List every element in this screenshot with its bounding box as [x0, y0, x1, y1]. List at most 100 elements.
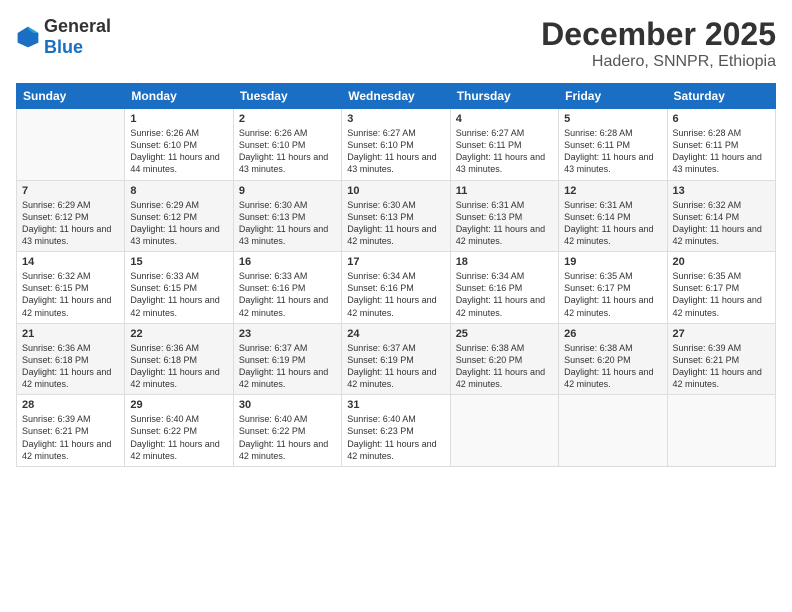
calendar-cell: 2 Sunrise: 6:26 AM Sunset: 6:10 PM Daylig…	[233, 109, 341, 181]
calendar-cell: 31 Sunrise: 6:40 AM Sunset: 6:23 PM Dayli…	[342, 395, 450, 467]
calendar-cell: 24Sunrise: 6:37 AM Sunset: 6:19 PM Dayli…	[342, 323, 450, 395]
day-number: 3	[347, 113, 444, 125]
day-of-week-header: Tuesday	[233, 84, 341, 109]
calendar-cell: 4 Sunrise: 6:27 AM Sunset: 6:11 PM Daylig…	[450, 109, 558, 181]
logo-blue: Blue	[44, 37, 83, 57]
day-info: Sunrise: 6:40 AM Sunset: 6:23 PM Dayligh…	[347, 413, 444, 462]
day-number: 25	[456, 328, 553, 340]
calendar-week-row: 14 Sunrise: 6:32 AM Sunset: 6:15 PM Dayli…	[17, 252, 776, 324]
day-number: 30	[239, 399, 336, 411]
day-number: 11	[456, 185, 553, 197]
month-title: December 2025	[541, 16, 776, 53]
calendar-cell: 12 Sunrise: 6:31 AM Sunset: 6:14 PM Dayli…	[559, 180, 667, 252]
day-info: Sunrise: 6:33 AM Sunset: 6:15 PM Dayligh…	[130, 270, 227, 319]
day-number: 16	[239, 256, 336, 268]
day-number: 28	[22, 399, 119, 411]
day-info: Sunrise: 6:39 AM Sunset: 6:21 PM Dayligh…	[673, 342, 770, 391]
calendar-cell: 11Sunrise: 6:31 AM Sunset: 6:13 PM Dayli…	[450, 180, 558, 252]
day-number: 15	[130, 256, 227, 268]
calendar-cell: 23 Sunrise: 6:37 AM Sunset: 6:19 PM Dayli…	[233, 323, 341, 395]
calendar-cell: 21 Sunrise: 6:36 AM Sunset: 6:18 PM Dayli…	[17, 323, 125, 395]
header: General Blue December 2025 Hadero, SNNPR…	[16, 16, 776, 71]
day-info: Sunrise: 6:40 AM Sunset: 6:22 PM Dayligh…	[239, 413, 336, 462]
page: General Blue December 2025 Hadero, SNNPR…	[0, 0, 792, 612]
day-number: 23	[239, 328, 336, 340]
day-info: Sunrise: 6:39 AM Sunset: 6:21 PM Dayligh…	[22, 413, 119, 462]
calendar-cell: 3 Sunrise: 6:27 AM Sunset: 6:10 PM Daylig…	[342, 109, 450, 181]
day-info: Sunrise: 6:37 AM Sunset: 6:19 PM Dayligh…	[347, 342, 444, 391]
calendar-week-row: 21 Sunrise: 6:36 AM Sunset: 6:18 PM Dayli…	[17, 323, 776, 395]
day-of-week-header: Thursday	[450, 84, 558, 109]
calendar-cell: 20Sunrise: 6:35 AM Sunset: 6:17 PM Dayli…	[667, 252, 775, 324]
calendar-cell: 15 Sunrise: 6:33 AM Sunset: 6:15 PM Dayli…	[125, 252, 233, 324]
day-info: Sunrise: 6:27 AM Sunset: 6:11 PM Dayligh…	[456, 127, 553, 176]
day-info: Sunrise: 6:36 AM Sunset: 6:18 PM Dayligh…	[22, 342, 119, 391]
logo-text: General Blue	[44, 16, 111, 58]
calendar-cell: 16Sunrise: 6:33 AM Sunset: 6:16 PM Dayli…	[233, 252, 341, 324]
day-number: 17	[347, 256, 444, 268]
day-number: 31	[347, 399, 444, 411]
calendar-cell: 17Sunrise: 6:34 AM Sunset: 6:16 PM Dayli…	[342, 252, 450, 324]
day-number: 7	[22, 185, 119, 197]
day-of-week-header: Friday	[559, 84, 667, 109]
day-number: 22	[130, 328, 227, 340]
day-number: 6	[673, 113, 770, 125]
calendar-cell: 30 Sunrise: 6:40 AM Sunset: 6:22 PM Dayli…	[233, 395, 341, 467]
day-of-week-header: Sunday	[17, 84, 125, 109]
day-of-week-header: Saturday	[667, 84, 775, 109]
day-info: Sunrise: 6:31 AM Sunset: 6:14 PM Dayligh…	[564, 199, 661, 248]
calendar-cell	[17, 109, 125, 181]
day-number: 18	[456, 256, 553, 268]
calendar-cell: 6 Sunrise: 6:28 AM Sunset: 6:11 PM Daylig…	[667, 109, 775, 181]
calendar-table: SundayMondayTuesdayWednesdayThursdayFrid…	[16, 83, 776, 467]
day-number: 1	[130, 113, 227, 125]
calendar-cell: 5 Sunrise: 6:28 AM Sunset: 6:11 PM Daylig…	[559, 109, 667, 181]
calendar-cell: 28 Sunrise: 6:39 AM Sunset: 6:21 PM Dayli…	[17, 395, 125, 467]
day-number: 14	[22, 256, 119, 268]
day-info: Sunrise: 6:37 AM Sunset: 6:19 PM Dayligh…	[239, 342, 336, 391]
day-info: Sunrise: 6:38 AM Sunset: 6:20 PM Dayligh…	[564, 342, 661, 391]
day-info: Sunrise: 6:27 AM Sunset: 6:10 PM Dayligh…	[347, 127, 444, 176]
day-info: Sunrise: 6:40 AM Sunset: 6:22 PM Dayligh…	[130, 413, 227, 462]
calendar-cell	[559, 395, 667, 467]
day-info: Sunrise: 6:38 AM Sunset: 6:20 PM Dayligh…	[456, 342, 553, 391]
logo-general: General	[44, 16, 111, 36]
calendar-cell: 9Sunrise: 6:30 AM Sunset: 6:13 PM Daylig…	[233, 180, 341, 252]
calendar-cell: 7Sunrise: 6:29 AM Sunset: 6:12 PM Daylig…	[17, 180, 125, 252]
calendar-header-row: SundayMondayTuesdayWednesdayThursdayFrid…	[17, 84, 776, 109]
day-of-week-header: Monday	[125, 84, 233, 109]
day-number: 21	[22, 328, 119, 340]
logo-icon	[16, 25, 40, 49]
day-number: 12	[564, 185, 661, 197]
day-number: 4	[456, 113, 553, 125]
calendar-week-row: 28 Sunrise: 6:39 AM Sunset: 6:21 PM Dayli…	[17, 395, 776, 467]
calendar-cell	[450, 395, 558, 467]
title-section: December 2025 Hadero, SNNPR, Ethiopia	[541, 16, 776, 71]
day-info: Sunrise: 6:28 AM Sunset: 6:11 PM Dayligh…	[673, 127, 770, 176]
day-info: Sunrise: 6:29 AM Sunset: 6:12 PM Dayligh…	[130, 199, 227, 248]
day-info: Sunrise: 6:26 AM Sunset: 6:10 PM Dayligh…	[130, 127, 227, 176]
day-info: Sunrise: 6:36 AM Sunset: 6:18 PM Dayligh…	[130, 342, 227, 391]
day-number: 5	[564, 113, 661, 125]
day-info: Sunrise: 6:32 AM Sunset: 6:15 PM Dayligh…	[22, 270, 119, 319]
day-info: Sunrise: 6:30 AM Sunset: 6:13 PM Dayligh…	[347, 199, 444, 248]
calendar-cell: 8 Sunrise: 6:29 AM Sunset: 6:12 PM Daylig…	[125, 180, 233, 252]
day-number: 8	[130, 185, 227, 197]
day-number: 13	[673, 185, 770, 197]
day-number: 20	[673, 256, 770, 268]
calendar-cell: 27Sunrise: 6:39 AM Sunset: 6:21 PM Dayli…	[667, 323, 775, 395]
day-info: Sunrise: 6:28 AM Sunset: 6:11 PM Dayligh…	[564, 127, 661, 176]
calendar-cell	[667, 395, 775, 467]
calendar-cell: 22 Sunrise: 6:36 AM Sunset: 6:18 PM Dayli…	[125, 323, 233, 395]
day-info: Sunrise: 6:26 AM Sunset: 6:10 PM Dayligh…	[239, 127, 336, 176]
calendar-cell: 14 Sunrise: 6:32 AM Sunset: 6:15 PM Dayli…	[17, 252, 125, 324]
day-number: 26	[564, 328, 661, 340]
day-number: 19	[564, 256, 661, 268]
day-number: 29	[130, 399, 227, 411]
calendar-cell: 26 Sunrise: 6:38 AM Sunset: 6:20 PM Dayli…	[559, 323, 667, 395]
calendar-cell: 18Sunrise: 6:34 AM Sunset: 6:16 PM Dayli…	[450, 252, 558, 324]
calendar-week-row: 7 Sunrise: 6:29 AM Sunset: 6:12 PM Daylig…	[17, 180, 776, 252]
logo: General Blue	[16, 16, 111, 58]
calendar-week-row: 1 Sunrise: 6:26 AM Sunset: 6:10 PM Daylig…	[17, 109, 776, 181]
day-number: 2	[239, 113, 336, 125]
